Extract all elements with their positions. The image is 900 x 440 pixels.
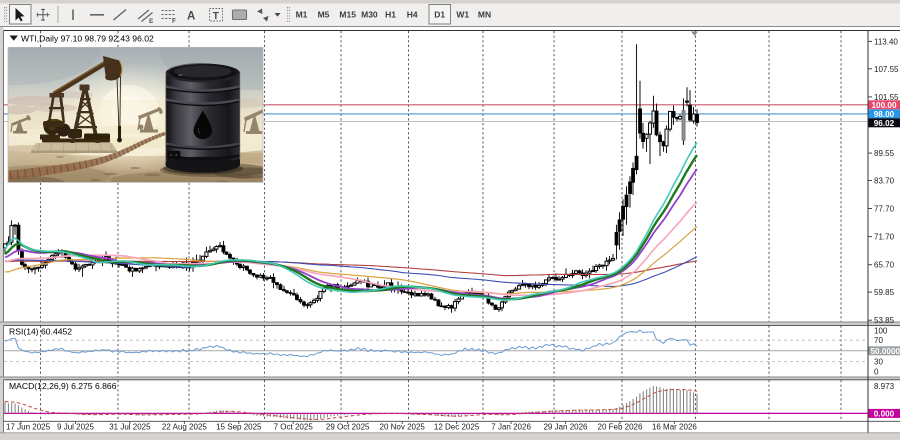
svg-text:RSI(14) 60.4452: RSI(14) 60.4452 <box>9 327 72 337</box>
svg-text:113.40: 113.40 <box>874 37 898 46</box>
svg-text:107.55: 107.55 <box>874 65 899 74</box>
svg-text:71.70: 71.70 <box>874 233 895 242</box>
svg-text:MACD(12,26,9) 6.275 6.866: MACD(12,26,9) 6.275 6.866 <box>9 381 117 391</box>
svg-text:MN: MN <box>478 10 491 20</box>
svg-text:89.55: 89.55 <box>874 149 895 158</box>
svg-text:59.85: 59.85 <box>874 288 895 297</box>
svg-text:A: A <box>187 11 195 23</box>
svg-text:M30: M30 <box>361 10 378 20</box>
svg-text:W1: W1 <box>456 10 469 20</box>
svg-text:70: 70 <box>874 336 883 345</box>
svg-text:50.0000: 50.0000 <box>871 347 900 356</box>
svg-text:98.00: 98.00 <box>874 110 895 119</box>
svg-text:100: 100 <box>874 327 888 336</box>
svg-text:H1: H1 <box>385 10 396 20</box>
svg-text:83.70: 83.70 <box>874 177 895 186</box>
svg-text:M1: M1 <box>296 10 308 20</box>
svg-text:0: 0 <box>874 368 879 377</box>
svg-text:WTI,Daily 97.10 98.79 92.43 9: WTI,Daily 97.10 98.79 92.43 96.02 <box>21 34 154 44</box>
svg-text:77.70: 77.70 <box>874 205 895 214</box>
svg-text:D1: D1 <box>434 10 445 20</box>
svg-text:65.70: 65.70 <box>874 261 895 270</box>
svg-text:53.85: 53.85 <box>874 316 895 325</box>
svg-text:8.973: 8.973 <box>874 382 895 391</box>
svg-text:17 Jun 2025: 17 Jun 2025 <box>6 423 51 432</box>
svg-text:M5: M5 <box>318 10 330 20</box>
svg-text:F: F <box>172 18 176 25</box>
svg-text:96.02: 96.02 <box>874 119 895 128</box>
svg-text:E: E <box>149 18 154 25</box>
svg-text:T: T <box>213 11 219 22</box>
svg-text:30: 30 <box>874 357 883 366</box>
svg-text:0.000: 0.000 <box>874 409 895 418</box>
svg-text:100.00: 100.00 <box>871 101 896 110</box>
svg-text:H4: H4 <box>407 10 418 20</box>
svg-text:M15: M15 <box>339 10 356 20</box>
